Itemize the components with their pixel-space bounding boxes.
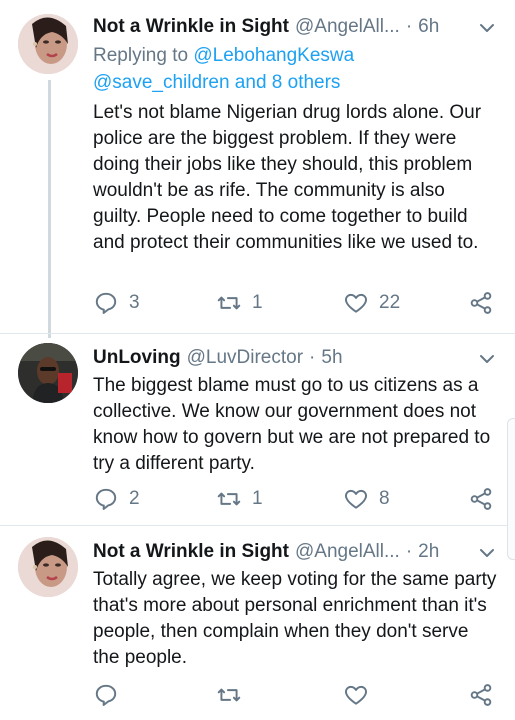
retweet-count: 1 xyxy=(252,292,263,313)
retweet-button[interactable] xyxy=(216,682,252,708)
like-button[interactable]: 8 xyxy=(343,486,390,512)
display-name[interactable]: Not a Wrinkle in Sight xyxy=(93,16,289,38)
user-handle[interactable]: @LuvDirector xyxy=(187,347,303,369)
reply-button[interactable]: 3 xyxy=(93,290,140,316)
replying-to-label: Replying to xyxy=(93,45,189,66)
chevron-down-icon[interactable] xyxy=(477,18,497,38)
retweet-icon xyxy=(217,296,241,310)
reply-mentions-others-link[interactable]: @save_children and 8 others xyxy=(93,72,340,93)
retweet-icon xyxy=(217,688,241,702)
share-icon xyxy=(470,684,492,706)
side-edge-handle[interactable] xyxy=(507,418,515,560)
retweet-button[interactable]: 1 xyxy=(216,290,263,316)
timestamp[interactable]: 5h xyxy=(321,347,342,369)
tweet-2[interactable]: UnLoving @LuvDirector · 5h The biggest b… xyxy=(0,333,515,525)
user-handle[interactable]: @AngelAll... xyxy=(295,541,400,563)
reply-icon xyxy=(95,488,117,510)
separator-dot: · xyxy=(309,347,316,368)
chevron-down-icon[interactable] xyxy=(477,543,497,563)
reply-icon xyxy=(95,292,117,314)
chevron-down-icon[interactable] xyxy=(477,349,497,369)
reply-icon xyxy=(95,684,117,706)
timestamp[interactable]: 6h xyxy=(418,16,439,38)
like-button[interactable]: 22 xyxy=(343,290,400,316)
heart-icon xyxy=(345,685,367,705)
timestamp[interactable]: 2h xyxy=(418,541,439,563)
reply-count: 2 xyxy=(129,488,140,509)
display-name[interactable]: Not a Wrinkle in Sight xyxy=(93,541,289,563)
share-icon xyxy=(470,292,492,314)
tweet-1[interactable]: Not a Wrinkle in Sight @AngelAll... · 6h… xyxy=(0,0,515,340)
share-icon xyxy=(470,488,492,510)
share-button[interactable] xyxy=(468,290,494,316)
user-handle[interactable]: @AngelAll... xyxy=(295,16,400,38)
retweet-count: 1 xyxy=(252,488,263,509)
like-count: 8 xyxy=(379,488,390,509)
avatar[interactable] xyxy=(18,537,78,597)
reply-count: 3 xyxy=(129,292,140,313)
tweet-text: Let's not blame Nigerian drug lords alon… xyxy=(93,102,482,253)
display-name[interactable]: UnLoving xyxy=(93,347,181,369)
like-count: 22 xyxy=(379,292,401,313)
replying-to: Replying to @LebohangKeswa @save_childre… xyxy=(93,42,497,96)
tweet-3[interactable]: Not a Wrinkle in Sight @AngelAll... · 2h… xyxy=(0,525,515,720)
tweet-text: Totally agree, we keep voting for the sa… xyxy=(93,569,497,668)
avatar-image xyxy=(18,343,78,403)
separator-dot: · xyxy=(405,16,413,37)
share-button[interactable] xyxy=(468,682,494,708)
tweet-text: The biggest blame must go to us citizens… xyxy=(93,375,491,474)
separator-dot: · xyxy=(405,541,413,562)
reply-button[interactable] xyxy=(93,682,129,708)
avatar-image xyxy=(18,537,78,597)
retweet-button[interactable]: 1 xyxy=(216,486,263,512)
avatar-image xyxy=(18,14,78,74)
like-button[interactable] xyxy=(343,682,379,708)
share-button[interactable] xyxy=(468,486,494,512)
reply-mention-link[interactable]: @LebohangKeswa xyxy=(193,45,354,66)
reply-button[interactable]: 2 xyxy=(93,486,140,512)
avatar[interactable] xyxy=(18,14,78,74)
heart-icon xyxy=(345,293,367,313)
heart-icon xyxy=(345,489,367,509)
retweet-icon xyxy=(217,492,241,506)
avatar[interactable] xyxy=(18,343,78,403)
